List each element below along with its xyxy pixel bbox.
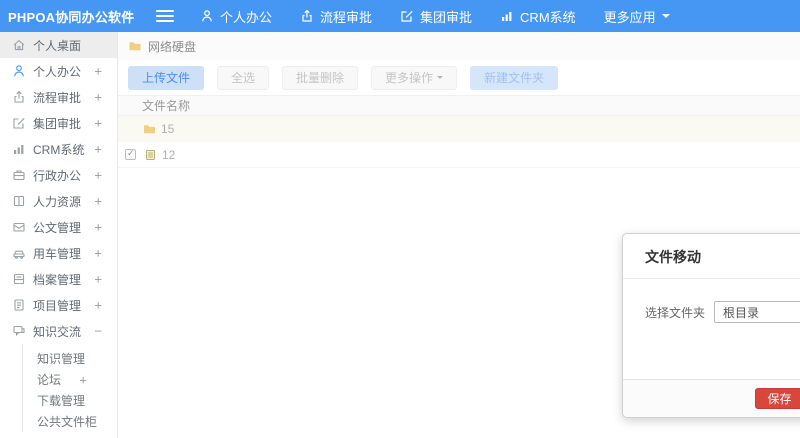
column-file-name: 文件名称 [142, 99, 191, 113]
row-checkbox[interactable] [125, 148, 136, 160]
sidebar-item-archive-mgmt[interactable]: 档案管理 + [0, 266, 117, 292]
file-table-header: 文件名称 [118, 95, 800, 116]
expand-plus[interactable]: + [94, 116, 102, 131]
sidebar-item-knowledge-exchange[interactable]: 知识交流 − [0, 318, 117, 344]
edit-icon [400, 9, 414, 23]
folder-select[interactable]: 根目录 [714, 301, 800, 323]
batch-delete-button[interactable]: 批量删除 [282, 65, 359, 90]
dialog-footer: 保存 取消 [623, 379, 800, 417]
select-folder-label: 选择文件夹 [645, 305, 706, 320]
home-icon [12, 38, 26, 52]
folder-select-value: 根目录 [723, 305, 760, 320]
submenu-item-forum[interactable]: 论坛 + [23, 369, 117, 390]
expand-plus[interactable]: + [94, 194, 102, 209]
collapse-minus[interactable]: − [94, 324, 102, 339]
expand-plus[interactable]: + [94, 220, 102, 235]
edit-icon [12, 116, 26, 130]
sidebar-item-personal-desktop[interactable]: 个人桌面 [0, 32, 117, 58]
bar-chart-icon [12, 142, 26, 156]
person-icon [12, 64, 26, 78]
upload-icon [12, 90, 26, 104]
more-operations-button[interactable]: 更多操作 [371, 65, 458, 90]
sidebar-item-workflow-approval[interactable]: 流程审批 + [0, 84, 117, 110]
submenu-item-download-mgmt[interactable]: 下载管理 [23, 390, 117, 411]
dialog-body: 选择文件夹 根目录 [623, 279, 800, 323]
expand-plus[interactable]: + [94, 272, 102, 287]
chat-icon [12, 324, 26, 338]
expand-plus[interactable]: + [79, 372, 87, 387]
file-row-file-12[interactable]: 12 [118, 142, 800, 168]
document-icon [12, 298, 26, 312]
app-logo: PHPOA协同办公软件 [8, 9, 135, 25]
caret-down-icon [437, 76, 444, 82]
file-name: 15 [161, 122, 175, 136]
select-all-button[interactable]: 全选 [217, 65, 270, 90]
expand-plus[interactable]: + [94, 246, 102, 261]
file-icon [146, 149, 155, 160]
file-row-folder-15[interactable]: 15 [118, 116, 800, 142]
top-navbar: PHPOA协同办公软件 个人办公 流程审批 集团审批 CRM系统 更多应用 [0, 0, 800, 32]
expand-plus[interactable]: + [94, 64, 102, 79]
sidebar-submenu-knowledge: 知识管理 论坛 + 下载管理 公共文件柜 [22, 344, 117, 432]
sidebar-item-vehicle-mgmt[interactable]: 用车管理 + [0, 240, 117, 266]
breadcrumb-label: 网络硬盘 [148, 39, 197, 54]
submenu-item-knowledge-mgmt[interactable]: 知识管理 [23, 348, 117, 369]
sidebar-item-hr[interactable]: 人力资源 + [0, 188, 117, 214]
nav-item-personal-office[interactable]: 个人办公 [200, 7, 272, 26]
folder-icon [129, 42, 141, 51]
book-icon [12, 194, 26, 208]
sidebar-item-group-approval[interactable]: 集团审批 + [0, 110, 117, 136]
nav-item-crm[interactable]: CRM系统 [500, 7, 576, 26]
main-content: 网络硬盘 上传文件 全选 批量删除 更多操作 新建文件夹 文件名称 15 12 [118, 32, 800, 438]
archive-icon [12, 272, 26, 286]
caret-down-icon [661, 14, 670, 22]
submenu-item-public-file-cabinet[interactable]: 公共文件柜 [23, 411, 117, 432]
person-icon [200, 9, 214, 23]
expand-plus[interactable]: + [94, 90, 102, 105]
sidebar-item-admin-office[interactable]: 行政办公 + [0, 162, 117, 188]
upload-icon [300, 9, 314, 23]
nav-item-workflow-approval[interactable]: 流程审批 [300, 7, 372, 26]
file-move-dialog: 文件移动 选择文件夹 根目录 保存 取消 [622, 233, 800, 418]
new-folder-button[interactable]: 新建文件夹 [470, 65, 559, 90]
sidebar-item-personal-office[interactable]: 个人办公 + [0, 58, 117, 84]
dialog-title: 文件移动 [623, 234, 800, 279]
sidebar-item-project-mgmt[interactable]: 项目管理 + [0, 292, 117, 318]
nav-item-more-apps[interactable]: 更多应用 [604, 7, 670, 26]
nav-item-group-approval[interactable]: 集团审批 [400, 7, 472, 26]
car-icon [12, 246, 26, 260]
hamburger-menu-icon[interactable] [156, 10, 174, 22]
navbar-menu: 个人办公 流程审批 集团审批 CRM系统 更多应用 [200, 7, 670, 26]
upload-file-button[interactable]: 上传文件 [128, 65, 205, 90]
expand-plus[interactable]: + [94, 298, 102, 313]
briefcase-icon [12, 168, 26, 182]
mail-icon [12, 220, 26, 234]
toolbar: 上传文件 全选 批量删除 更多操作 新建文件夹 [118, 60, 800, 95]
file-name: 12 [162, 147, 176, 162]
breadcrumb: 网络硬盘 [118, 32, 800, 60]
sidebar-item-document-mgmt[interactable]: 公文管理 + [0, 214, 117, 240]
expand-plus[interactable]: + [94, 142, 102, 157]
sidebar: 个人桌面 个人办公 + 流程审批 + 集团审批 + CRM系统 + 行政办公 + [0, 32, 118, 438]
folder-icon [144, 125, 155, 134]
expand-plus[interactable]: + [94, 168, 102, 183]
sidebar-item-crm[interactable]: CRM系统 + [0, 136, 117, 162]
bar-chart-icon [500, 9, 514, 23]
save-button[interactable]: 保存 [755, 388, 800, 409]
